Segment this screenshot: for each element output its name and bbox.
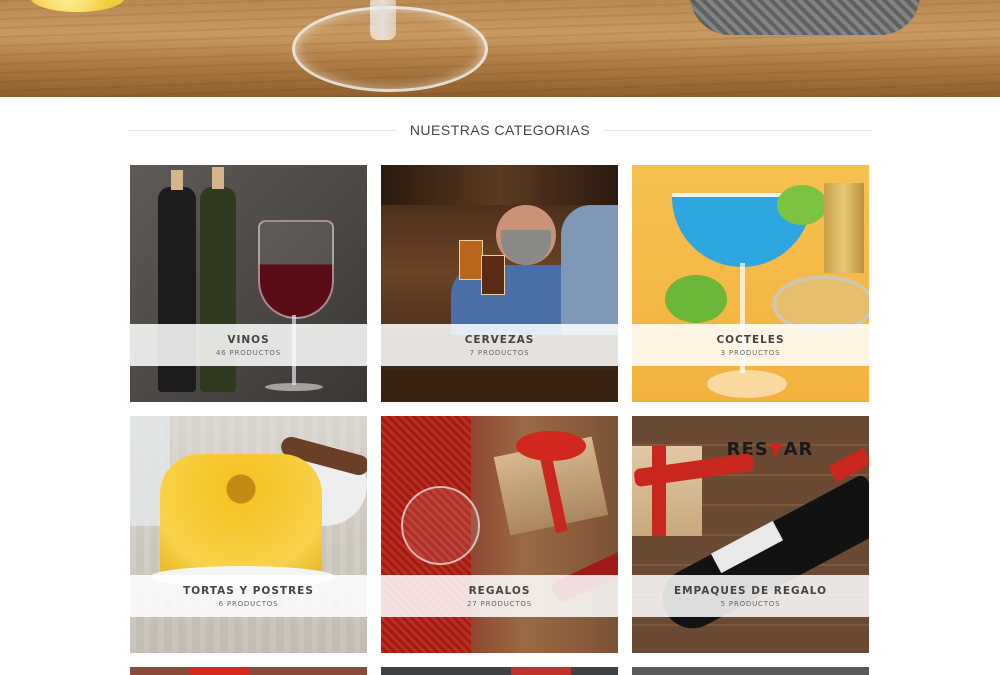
gift-box-image (381, 416, 618, 653)
section-title: NUESTRAS CATEGORIAS (409, 122, 591, 138)
category-label: COCTELES 3 PRODUCTOS (632, 324, 869, 366)
hero-banner (0, 0, 1000, 97)
category-card-cervezas[interactable]: CERVEZAS 7 PRODUCTOS (381, 165, 618, 402)
category-card-vinos[interactable]: VINOS 46 PRODUCTOS (130, 165, 367, 402)
category-count: 5 PRODUCTOS (720, 599, 781, 608)
section-header: NUESTRAS CATEGORIAS (128, 118, 873, 142)
wine-gift-packaging-image: RES ▼ AR (632, 416, 869, 653)
category-name: REGALOS (468, 584, 531, 597)
divider-left (128, 129, 396, 131)
category-label: EMPAQUES DE REGALO 5 PRODUCTOS (632, 575, 869, 617)
category-label: REGALOS 27 PRODUCTOS (381, 575, 618, 617)
category-name: COCTELES (716, 333, 785, 346)
category-card-partial[interactable] (130, 667, 367, 675)
blue-cocktail-image (632, 165, 869, 402)
category-label: CERVEZAS 7 PRODUCTOS (381, 324, 618, 366)
category-card-partial[interactable] (381, 667, 618, 675)
category-card-partial[interactable] (632, 667, 869, 675)
category-image (130, 667, 367, 675)
category-name: TORTAS Y POSTRES (183, 584, 314, 597)
category-count: 7 PRODUCTOS (469, 348, 530, 357)
people-toasting-beer-image (381, 165, 618, 402)
lemon-image (30, 0, 125, 12)
divider-right (604, 129, 873, 131)
category-image (632, 667, 869, 675)
metal-tray-image (690, 0, 920, 35)
category-card-regalos[interactable]: REGALOS 27 PRODUCTOS (381, 416, 618, 653)
category-card-tortas-y-postres[interactable]: TORTAS Y POSTRES 6 PRODUCTOS (130, 416, 367, 653)
category-name: CERVEZAS (464, 333, 535, 346)
category-count: 6 PRODUCTOS (218, 599, 279, 608)
cake-image (130, 416, 367, 653)
category-card-cocteles[interactable]: COCTELES 3 PRODUCTOS (632, 165, 869, 402)
wine-glass-stem (370, 0, 396, 40)
category-label: VINOS 46 PRODUCTOS (130, 324, 367, 366)
category-count: 46 PRODUCTOS (216, 348, 281, 357)
category-grid: VINOS 46 PRODUCTOS CERVEZAS 7 PRODUCTOS (130, 165, 870, 675)
wine-bottles-image (130, 165, 367, 402)
category-name: VINOS (227, 333, 270, 346)
category-count: 27 PRODUCTOS (467, 599, 532, 608)
category-name: EMPAQUES DE REGALO (673, 584, 828, 597)
category-image (381, 667, 618, 675)
category-count: 3 PRODUCTOS (720, 348, 781, 357)
category-label: TORTAS Y POSTRES 6 PRODUCTOS (130, 575, 367, 617)
category-card-empaques-de-regalo[interactable]: RES ▼ AR EMPAQUES DE REGALO 5 PRODUCTOS (632, 416, 869, 653)
